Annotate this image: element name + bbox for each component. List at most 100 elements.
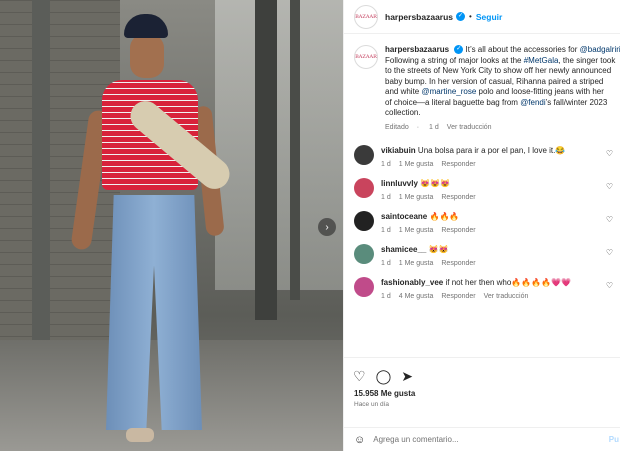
- comment-like-heart-icon[interactable]: ♡: [606, 182, 613, 191]
- comment-time: 1 d: [381, 227, 391, 234]
- comment-likes[interactable]: 1 Me gusta: [399, 194, 434, 201]
- commenter-username[interactable]: shamicee__: [381, 245, 426, 254]
- comment-bubble-icon[interactable]: ◯: [376, 368, 392, 384]
- comments-scroll[interactable]: BAZAAR harpersbazaarus ✓ It’s all about …: [344, 35, 620, 357]
- commenter-avatar[interactable]: [354, 178, 374, 198]
- post-actions: ♡ ◯ ➤ 15.958 Me gusta Hace un día: [344, 357, 620, 419]
- commenter-avatar[interactable]: [354, 211, 374, 231]
- edited-label: Editado: [385, 123, 409, 131]
- share-send-icon[interactable]: ➤: [401, 368, 413, 384]
- commenter-username[interactable]: vikiabuin: [381, 146, 416, 155]
- see-translation-link[interactable]: Ver traducción: [447, 124, 492, 131]
- caption-line: to the streets of New York City to show …: [385, 66, 612, 75]
- mention-link[interactable]: @fendi: [520, 98, 545, 107]
- comment-content: 😻😻😻: [420, 179, 451, 188]
- author-avatar[interactable]: BAZAAR: [354, 4, 378, 29]
- reply-button[interactable]: Responder: [441, 194, 475, 201]
- mention-link[interactable]: @martine_rose: [421, 87, 476, 96]
- comment-list: vikiabuin Una bolsa para ir a por el pan…: [344, 145, 620, 300]
- face: [130, 34, 164, 78]
- commenter-avatar[interactable]: [354, 244, 374, 264]
- avatar-logo-text: BAZAAR: [355, 13, 377, 20]
- caption-line: collection.: [385, 108, 421, 117]
- scaffold-pole: [255, 0, 277, 320]
- hashtag-link[interactable]: #MetGala: [524, 56, 559, 65]
- comment-meta: 1 d 4 Me gusta Responder Ver traducción: [381, 293, 611, 300]
- jeans: [106, 195, 202, 430]
- see-translation-link[interactable]: Ver traducción: [484, 293, 529, 300]
- add-comment-bar: ☺ Agrega un comentario... Pu: [344, 427, 620, 451]
- comment-item: shamicee__ 😻😻 1 d 1 Me gusta Responder ♡: [344, 244, 620, 267]
- caption-line: It’s all about the accessories for: [465, 45, 580, 54]
- action-icons: ♡ ◯ ➤: [344, 358, 620, 384]
- commenter-username[interactable]: saintoceane: [381, 212, 427, 221]
- comment-likes[interactable]: 1 Me gusta: [399, 260, 434, 267]
- caption-line: , the singer took: [558, 55, 616, 65]
- post-side-panel: BAZAAR harpersbazaarus ✓ • Seguir BAZAAR…: [343, 0, 620, 451]
- comment-content: Una bolsa para ir a por el pan, I love i…: [417, 146, 566, 155]
- comment-like-heart-icon[interactable]: ♡: [606, 248, 613, 257]
- comment-time: 1 d: [381, 293, 391, 300]
- reply-button[interactable]: Responder: [441, 227, 475, 234]
- publish-button[interactable]: Pu: [609, 435, 619, 444]
- commenter-avatar[interactable]: [354, 145, 374, 165]
- comment-text: linnluvvly 😻😻😻: [381, 178, 611, 189]
- scaffold-pole: [290, 0, 300, 300]
- verified-badge-icon: ✓: [456, 12, 466, 21]
- caption-meta: Editado · 1 d Ver traducción: [385, 123, 620, 134]
- caption-username[interactable]: harpersbazaarus: [385, 45, 449, 54]
- commenter-username[interactable]: linnluvvly: [381, 179, 418, 188]
- caption-line: and white: [385, 87, 422, 96]
- baseball-cap: [124, 14, 168, 38]
- comment-item: linnluvvly 😻😻😻 1 d 1 Me gusta Responder ♡: [344, 178, 620, 201]
- person-figure: [70, 10, 236, 450]
- reply-button[interactable]: Responder: [441, 161, 475, 168]
- comment-like-heart-icon[interactable]: ♡: [606, 149, 613, 158]
- comment-likes[interactable]: 1 Me gusta: [399, 227, 434, 234]
- reply-button[interactable]: Responder: [441, 293, 475, 300]
- comment-body: linnluvvly 😻😻😻 1 d 1 Me gusta Responder: [381, 178, 611, 201]
- carousel-next-icon[interactable]: ›: [318, 218, 336, 236]
- caption-line: polo and loose-fitting jeans with her: [476, 87, 604, 96]
- mention-link[interactable]: @badgalriri: [580, 45, 620, 54]
- post-photo[interactable]: ›: [0, 0, 343, 451]
- comment-body: fashionably_vee if not her then who🔥🔥🔥🔥💗…: [381, 277, 611, 300]
- comment-meta: 1 d 1 Me gusta Responder: [381, 260, 611, 267]
- separator-dot: •: [469, 12, 472, 21]
- comment-likes[interactable]: 4 Me gusta: [399, 293, 434, 300]
- comment-like-heart-icon[interactable]: ♡: [606, 215, 613, 224]
- comment-content: 🔥🔥🔥: [429, 212, 460, 221]
- meta-dot: ·: [416, 123, 420, 131]
- emoji-picker-icon[interactable]: ☺: [354, 434, 365, 446]
- instagram-post: › BAZAAR harpersbazaarus ✓ • Seguir BAZA…: [0, 0, 620, 451]
- shoe: [126, 428, 154, 442]
- commenter-username[interactable]: fashionably_vee: [381, 278, 443, 287]
- caption-line: baby bump. In her version of casual, Rih…: [385, 76, 604, 86]
- comment-body: saintoceane 🔥🔥🔥 1 d 1 Me gusta Responder: [381, 211, 611, 234]
- comment-meta: 1 d 1 Me gusta Responder: [381, 227, 611, 234]
- comment-time: 1 d: [381, 260, 391, 267]
- comment-item: fashionably_vee if not her then who🔥🔥🔥🔥💗…: [344, 277, 620, 300]
- author-username[interactable]: harpersbazaarus: [385, 12, 453, 22]
- comment-likes[interactable]: 1 Me gusta: [399, 161, 434, 168]
- comment-time: 1 d: [381, 161, 391, 168]
- caption-text: harpersbazaarus ✓ It’s all about the acc…: [385, 45, 620, 133]
- comment-item: saintoceane 🔥🔥🔥 1 d 1 Me gusta Responder ♡: [344, 211, 620, 234]
- comment-item: vikiabuin Una bolsa para ir a por el pan…: [344, 145, 620, 168]
- scaffold-pole: [32, 0, 50, 380]
- comment-input[interactable]: Agrega un comentario...: [373, 435, 458, 444]
- post-header: BAZAAR harpersbazaarus ✓ • Seguir: [344, 0, 620, 34]
- comment-text: saintoceane 🔥🔥🔥: [381, 211, 611, 222]
- caption-avatar[interactable]: BAZAAR: [354, 45, 378, 69]
- verified-badge-icon: ✓: [454, 45, 464, 55]
- commenter-avatar[interactable]: [354, 277, 374, 297]
- follow-button[interactable]: Seguir: [476, 12, 502, 22]
- comment-content: if not her then who🔥🔥🔥🔥💗💗: [445, 278, 572, 287]
- avatar-logo-text: BAZAAR: [355, 54, 377, 60]
- reply-button[interactable]: Responder: [441, 260, 475, 267]
- comment-meta: 1 d 1 Me gusta Responder: [381, 194, 611, 201]
- likes-count[interactable]: 15.958 Me gusta: [344, 384, 620, 398]
- like-heart-icon[interactable]: ♡: [353, 368, 366, 384]
- comment-like-heart-icon[interactable]: ♡: [606, 281, 613, 290]
- comment-meta: 1 d 1 Me gusta Responder: [381, 161, 611, 168]
